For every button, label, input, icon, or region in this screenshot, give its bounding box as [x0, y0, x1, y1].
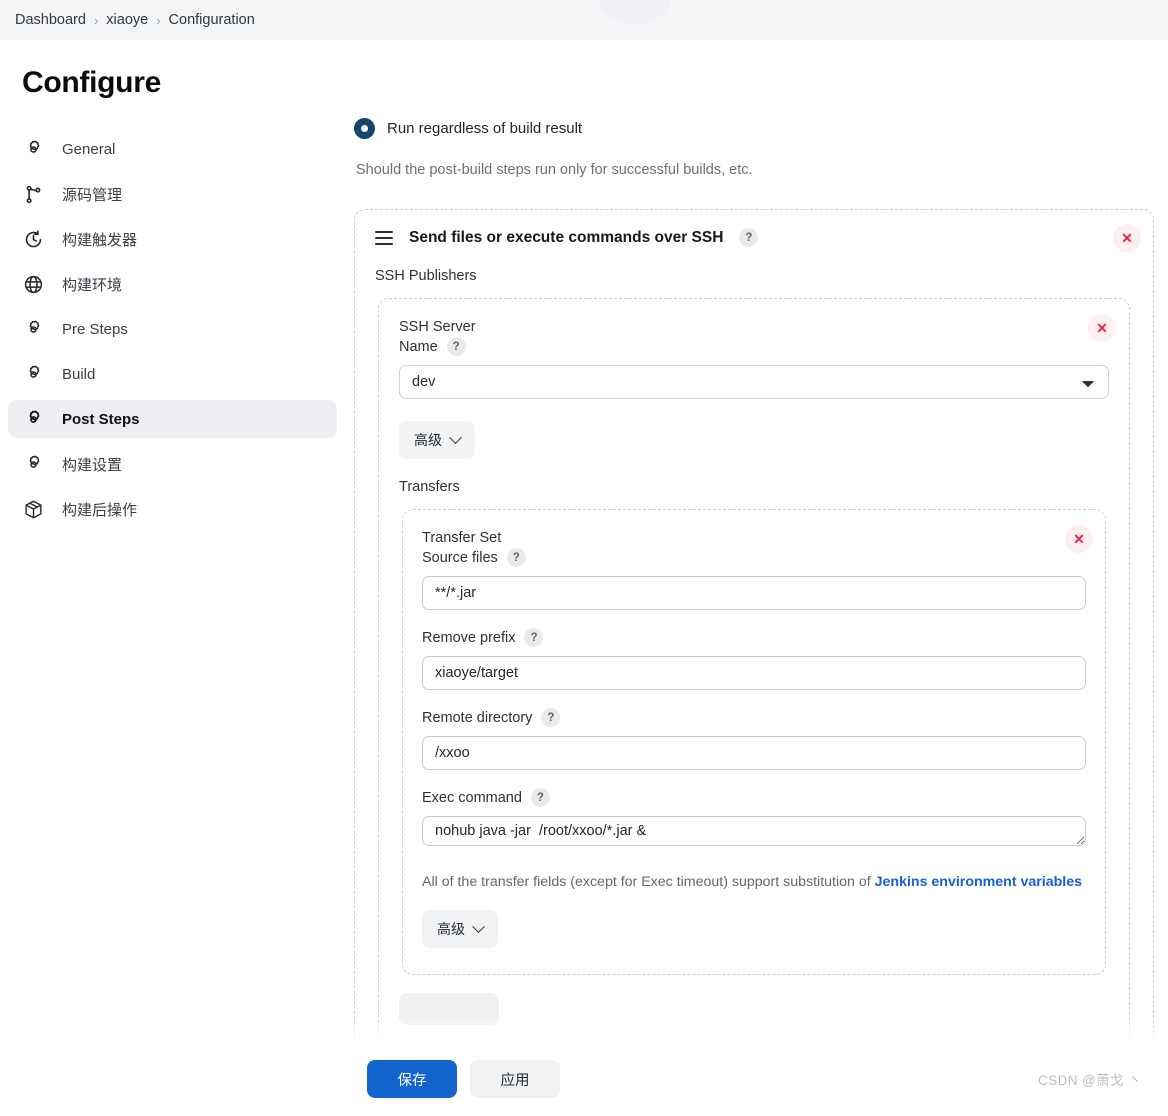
- advanced-label: 高级: [437, 921, 465, 938]
- label-text: Remote directory: [422, 709, 533, 726]
- delete-publisher-button[interactable]: ✕: [1113, 224, 1141, 252]
- sidebar-item-label: Pre Steps: [62, 320, 128, 338]
- globe-icon: [22, 273, 44, 295]
- label-text: Source files: [422, 549, 498, 566]
- substitution-note: All of the transfer fields (except for E…: [422, 871, 1086, 894]
- sidebar-item-build-settings[interactable]: 构建设置: [8, 445, 337, 483]
- ssh-server-name-select[interactable]: dev: [399, 365, 1109, 399]
- breadcrumb-item-configuration[interactable]: Configuration: [161, 12, 263, 28]
- delete-ssh-server-button[interactable]: ✕: [1088, 314, 1116, 342]
- source-branch-icon: [22, 183, 44, 205]
- transfer-set-group-label: Transfer Set: [422, 530, 502, 546]
- run-regardless-label: Run regardless of build result: [387, 120, 583, 137]
- run-regardless-radio[interactable]: [354, 118, 375, 139]
- gear-icon: [22, 408, 44, 430]
- sidebar-item-label: 构建触发器: [62, 231, 138, 249]
- server-advanced-button[interactable]: 高级: [399, 421, 475, 459]
- transfer-advanced-button[interactable]: 高级: [422, 910, 498, 949]
- main-content: Run regardless of build result Should th…: [345, 40, 1168, 1116]
- sidebar-item-build[interactable]: Build: [8, 355, 337, 393]
- delete-transfer-set-button[interactable]: ✕: [1065, 525, 1093, 553]
- breadcrumb-item-dashboard[interactable]: Dashboard: [7, 12, 94, 28]
- package-icon: [22, 498, 44, 520]
- gear-icon: [22, 453, 44, 475]
- breadcrumb-item-xiaoye[interactable]: xiaoye: [98, 12, 156, 28]
- sidebar-item-pre-steps[interactable]: Pre Steps: [8, 310, 337, 348]
- sidebar-item-build-environment[interactable]: 构建环境: [8, 265, 337, 303]
- transfers-label: Transfers: [399, 479, 460, 495]
- sidebar-item-post-build-actions[interactable]: 构建后操作: [8, 490, 337, 528]
- sidebar-nav: General 源码管理 构建触发器 构建环境 Pre Steps Build …: [0, 130, 345, 528]
- remote-directory-label: Remote directory ?: [422, 708, 1086, 727]
- ssh-server-group-label: SSH Server: [399, 319, 476, 335]
- gear-icon: [22, 318, 44, 340]
- publisher-header: Send files or execute commands over SSH …: [375, 228, 1133, 247]
- help-icon[interactable]: ?: [739, 228, 759, 247]
- sidebar-item-label: 构建设置: [62, 456, 123, 474]
- help-icon[interactable]: ?: [530, 788, 550, 807]
- ssh-server-panel: ✕ SSH Server Name ? dev 高级 Transfers ✕ T…: [378, 298, 1130, 1057]
- post-build-hint: Should the post-build steps run only for…: [356, 162, 753, 178]
- transfer-set-panel: ✕ Transfer Set Source files ? Remove pre…: [402, 509, 1106, 976]
- save-button[interactable]: 保存: [367, 1060, 457, 1098]
- sidebar: Configure General 源码管理 构建触发器 构建环境 Pre St…: [0, 40, 345, 1116]
- advanced-label: 高级: [414, 432, 442, 448]
- remove-prefix-input[interactable]: [422, 656, 1086, 690]
- sidebar-item-build-triggers[interactable]: 构建触发器: [8, 220, 337, 258]
- sidebar-item-post-steps[interactable]: Post Steps: [8, 400, 337, 438]
- sidebar-item-label: Build: [62, 365, 96, 383]
- remove-prefix-label: Remove prefix ?: [422, 628, 1086, 647]
- sidebar-item-label: 构建后操作: [62, 501, 138, 519]
- add-transfer-set-button[interactable]: [399, 993, 499, 1026]
- publisher-title: Send files or execute commands over SSH: [409, 228, 724, 246]
- exec-command-textarea[interactable]: nohub java -jar /root/xxoo/*.jar &: [422, 816, 1086, 846]
- help-icon[interactable]: ?: [506, 548, 526, 567]
- drag-handle-icon[interactable]: [375, 230, 393, 245]
- note-text: All of the transfer fields (except for E…: [422, 874, 875, 890]
- sidebar-item-label: Post Steps: [62, 410, 140, 428]
- ssh-publishers-label: SSH Publishers: [375, 268, 477, 284]
- help-icon[interactable]: ?: [524, 628, 544, 647]
- page-body: Configure General 源码管理 构建触发器 构建环境 Pre St…: [0, 40, 1168, 1116]
- sidebar-item-label: 构建环境: [62, 276, 123, 294]
- jenkins-env-variables-link[interactable]: Jenkins environment variables: [875, 874, 1082, 890]
- breadcrumb-bar: Dashboard › xiaoye › Configuration: [0, 0, 1168, 40]
- source-files-input[interactable]: [422, 576, 1086, 610]
- label-text: Remove prefix: [422, 629, 516, 646]
- ssh-server-name-label: Name ?: [399, 337, 1109, 356]
- sidebar-item-source-management[interactable]: 源码管理: [8, 175, 337, 213]
- sidebar-item-general[interactable]: General: [8, 130, 337, 168]
- breadcrumb-decoration: [600, 0, 670, 24]
- gear-icon: [22, 363, 44, 385]
- watermark: CSDN @萧戈 丶: [1038, 1073, 1142, 1088]
- action-footer: 保存 应用 CSDN @萧戈 丶: [345, 1016, 1168, 1116]
- remote-directory-input[interactable]: [422, 736, 1086, 770]
- chevron-down-icon: [472, 920, 485, 933]
- help-icon[interactable]: ?: [446, 337, 466, 356]
- label-text: Exec command: [422, 789, 522, 806]
- sidebar-item-label: General: [62, 140, 116, 158]
- sidebar-item-label: 源码管理: [62, 186, 123, 204]
- page-title: Configure: [22, 66, 161, 99]
- run-regardless-radio-row: Run regardless of build result: [354, 118, 1154, 139]
- source-files-label: Source files ?: [422, 548, 1086, 567]
- apply-button[interactable]: 应用: [470, 1060, 560, 1098]
- chevron-down-icon: [449, 430, 462, 444]
- exec-command-label: Exec command ?: [422, 788, 1086, 807]
- ssh-publisher-panel: ✕ Send files or execute commands over SS…: [354, 209, 1154, 1078]
- help-icon[interactable]: ?: [541, 708, 561, 727]
- gear-icon: [22, 138, 44, 160]
- label-text: Name: [399, 338, 438, 355]
- clock-icon: [22, 228, 44, 250]
